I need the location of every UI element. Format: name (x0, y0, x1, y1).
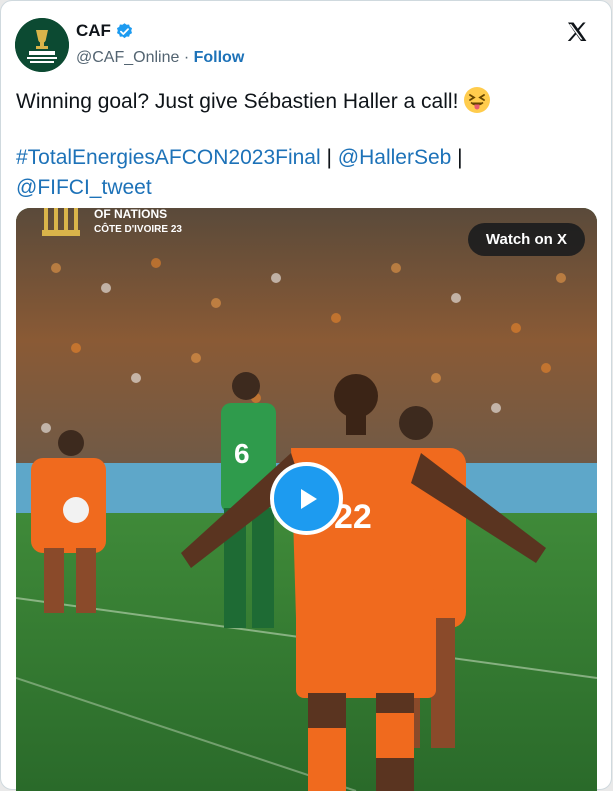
pipe-separator: | (320, 146, 338, 169)
mention-link-hallerseb[interactable]: @HallerSeb (338, 146, 452, 169)
squinting-tongue-emoji-icon (464, 87, 491, 113)
x-logo-icon[interactable] (565, 20, 589, 49)
handle-separator: · (179, 49, 194, 66)
overlay-line2: CÔTE D'IVOIRE 23 (94, 222, 182, 235)
play-icon (300, 488, 317, 509)
mention-link-fifci[interactable]: @FIFCI_tweet (16, 176, 152, 199)
handle-row: @CAF_Online · Follow (76, 49, 244, 67)
verified-badge-icon (115, 22, 134, 41)
opponent-number: 6 (234, 438, 250, 469)
caf-logo-icon (15, 18, 69, 72)
pipe-separator: | (451, 146, 463, 169)
overlay-line1: OF NATIONS (94, 208, 167, 221)
follow-button[interactable]: Follow (194, 49, 245, 66)
watch-on-x-button[interactable]: Watch on X (467, 223, 585, 256)
author-handle[interactable]: @CAF_Online (76, 49, 179, 66)
caf-avatar[interactable] (15, 18, 69, 72)
tweet-text: Winning goal? Just give Sébastien Haller… (16, 87, 601, 203)
tweet-line1: Winning goal? Just give Sébastien Haller… (16, 90, 459, 113)
author-name[interactable]: CAF (76, 21, 111, 41)
play-button[interactable] (270, 462, 343, 535)
video-media[interactable]: 6 22 OF NATIONS CÔTE D'IVOIRE 23 Watch o… (16, 208, 597, 791)
hashtag-link[interactable]: #TotalEnergiesAFCON2023Final (16, 146, 321, 169)
tweet-card: CAF @CAF_Online · Follow Winning goal? J… (0, 0, 612, 791)
